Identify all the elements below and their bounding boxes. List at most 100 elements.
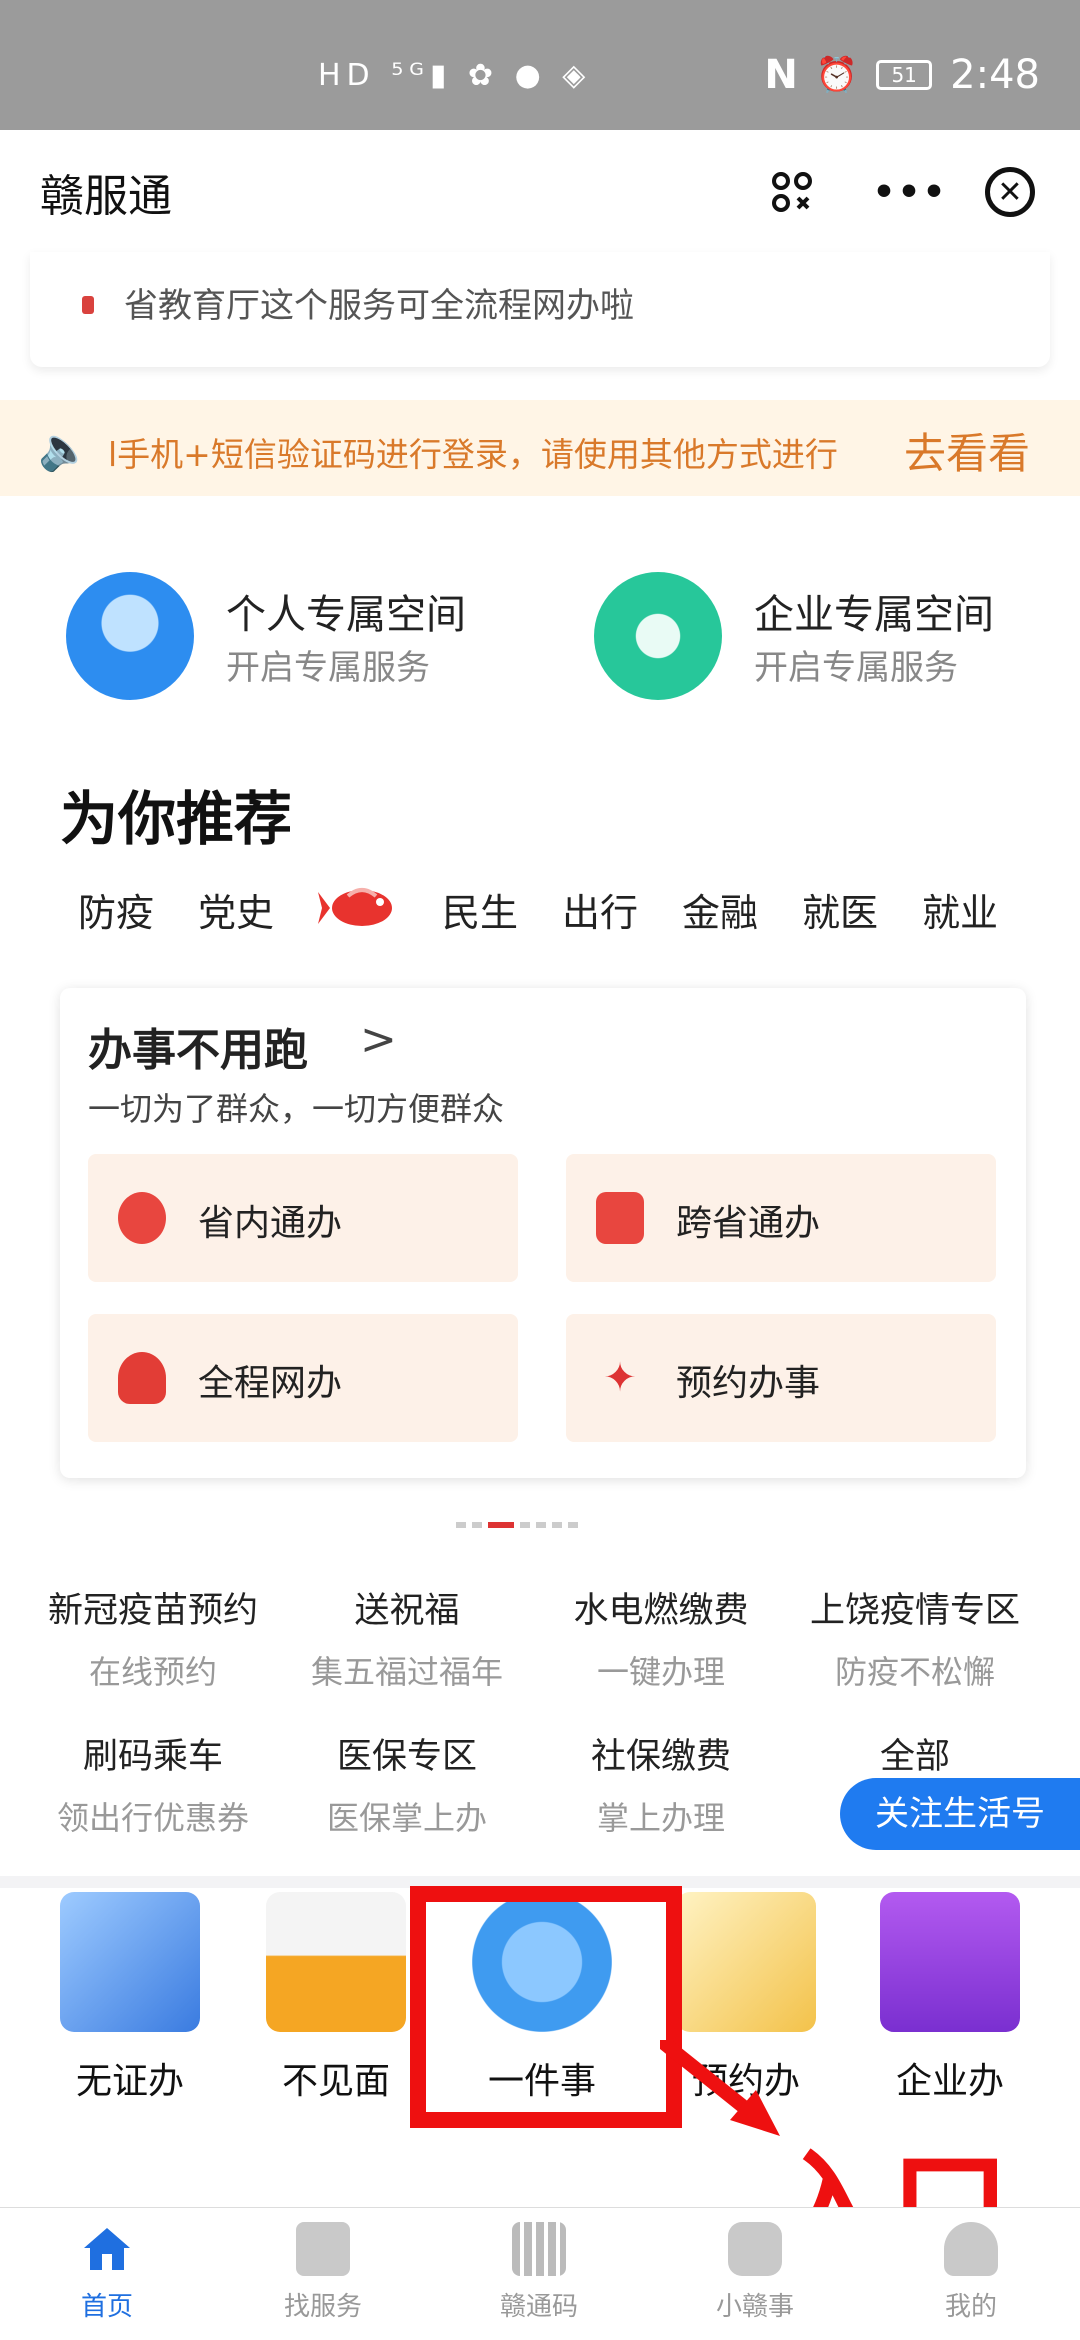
tile-label: 跨省通办 <box>676 1203 821 1244</box>
service-medical-insurance[interactable]: 医保专区 医保掌上办 <box>282 1728 532 1839</box>
alarm-icon: ⏰ <box>815 55 859 95</box>
book-pen-icon <box>676 1892 816 2032</box>
scan-icon[interactable] <box>760 160 824 224</box>
category-tab-finance[interactable]: 金融 <box>682 882 758 937</box>
service-name: 全部 <box>879 1737 950 1777</box>
service-epidemic-zone[interactable]: 上饶疫情专区 防疫不松懈 <box>790 1582 1040 1693</box>
tab-label: 小赣事 <box>715 2292 794 2322</box>
service-name: 医保专区 <box>336 1737 477 1777</box>
service-desc: 一键办理 <box>596 1653 725 1691</box>
tile-label: 预约办事 <box>676 1363 821 1404</box>
category-tab-party-history[interactable]: 党史 <box>198 882 274 937</box>
nfc-icon: N <box>764 52 798 98</box>
koi-fish-icon[interactable] <box>318 874 402 951</box>
news-notice[interactable]: 省教育厅这个服务可全流程网办啦 <box>30 252 1050 367</box>
chevron-right-icon[interactable]: > <box>360 1014 397 1065</box>
announcement-bar: 🔈 l手机+短信验证码进行登录，请使用其他方式进行 去看看 <box>0 400 1080 496</box>
category-tab-epidemic[interactable]: 防疫 <box>78 882 154 937</box>
lantern-icon <box>118 1192 166 1244</box>
robot-icon <box>728 2222 782 2276</box>
close-icon: ✕ <box>985 167 1035 217</box>
go-see-link[interactable]: 去看看 <box>904 420 1030 481</box>
battery-icon: 51 <box>876 60 933 90</box>
tab-gan-code[interactable]: 赣通码 <box>464 2222 614 2323</box>
tile-label: 全程网办 <box>198 1363 343 1404</box>
service-desc: 防疫不松懈 <box>834 1653 995 1691</box>
briefcase-icon <box>296 2222 350 2276</box>
category-tab-travel[interactable]: 出行 <box>562 882 638 937</box>
sofa-person-icon <box>266 1892 406 2032</box>
status-left-icons: HD ⁵ᴳ▮ ✿ ● ◈ <box>318 58 592 93</box>
carousel-dot <box>472 1521 482 1528</box>
home-icon <box>84 2228 130 2270</box>
entry-label: 无证办 <box>75 2061 184 2102</box>
status-time: 2:48 <box>950 52 1040 98</box>
highlight-box <box>410 1886 682 2128</box>
personal-space-card[interactable]: 个人专属空间 开启专属服务 <box>30 552 540 722</box>
notice-text: 省教育厅这个服务可全流程网办啦 <box>124 286 634 326</box>
service-transit[interactable]: 刷码乘车 领出行优惠券 <box>28 1728 278 1839</box>
drum-icon <box>596 1192 644 1244</box>
scan-icon-glyph <box>772 172 812 212</box>
close-button[interactable]: ✕ <box>978 160 1042 224</box>
tab-mine[interactable]: 我的 <box>896 2222 1046 2323</box>
building-icon <box>880 1892 1020 2032</box>
more-icon[interactable]: ••• <box>872 160 945 224</box>
service-desc: 掌上办理 <box>596 1799 725 1837</box>
tile-in-province[interactable]: 省内通办 <box>88 1154 518 1282</box>
service-desc: 在线预约 <box>88 1653 217 1691</box>
app-title: 赣服通 <box>40 171 172 222</box>
tile-cross-province[interactable]: 跨省通办 <box>566 1154 996 1282</box>
carousel-dot-active <box>488 1521 514 1528</box>
service-name: 刷码乘车 <box>82 1737 223 1777</box>
carousel-dot <box>568 1521 578 1528</box>
category-tab-livelihood[interactable]: 民生 <box>442 882 518 937</box>
category-tabs: 防疫 党史 民生 出行 金融 就医 就业 <box>0 882 1080 942</box>
personal-avatar-icon <box>66 572 194 700</box>
fortune-bag-icon <box>118 1352 166 1404</box>
tab-label: 首页 <box>80 2292 133 2322</box>
tab-home[interactable]: 首页 <box>32 2222 182 2323</box>
doc-hand-icon <box>60 1892 200 2032</box>
category-tab-employment[interactable]: 就业 <box>922 882 998 937</box>
service-name: 社保缴费 <box>590 1737 731 1777</box>
personal-space-title: 个人专属空间 <box>226 592 466 638</box>
enterprise-space-card[interactable]: 企业专属空间 开启专属服务 <box>558 552 1068 722</box>
carousel-dot <box>456 1521 466 1528</box>
enterprise-building-icon <box>594 572 722 700</box>
tile-full-online[interactable]: 全程网办 <box>88 1314 518 1442</box>
card-title[interactable]: 办事不用跑 <box>88 1014 308 1078</box>
tile-label: 省内通办 <box>198 1203 343 1244</box>
tab-label: 我的 <box>944 2292 997 2322</box>
status-right: N ⏰ 51 2:48 <box>764 52 1040 98</box>
bullet-dot <box>82 296 94 314</box>
qrcode-icon <box>512 2222 566 2276</box>
no-run-service-card: 办事不用跑 > 一切为了群众，一切方便群众 省内通办 跨省通办 全程网办 ✦ 预… <box>60 988 1026 1478</box>
service-social-security[interactable]: 社保缴费 掌上办理 <box>536 1728 786 1839</box>
card-subtitle: 一切为了群众，一切方便群众 <box>88 1090 505 1128</box>
service-blessing[interactable]: 送祝福 集五福过福年 <box>282 1582 532 1693</box>
category-tab-medical[interactable]: 就医 <box>802 882 878 937</box>
bottom-tab-bar: 首页 找服务 赣通码 小赣事 我的 <box>0 2207 1080 2340</box>
tab-find-service[interactable]: 找服务 <box>248 2222 398 2323</box>
carousel-dot <box>520 1521 530 1528</box>
tab-label: 找服务 <box>283 2292 362 2322</box>
tile-appointment[interactable]: ✦ 预约办事 <box>566 1314 996 1442</box>
entry-label: 不见面 <box>281 2061 390 2102</box>
service-utilities[interactable]: 水电燃缴费 一键办理 <box>536 1582 786 1693</box>
follow-button[interactable]: 关注生活号 <box>840 1778 1080 1850</box>
service-name: 新冠疫苗预约 <box>47 1591 258 1631</box>
entry-enterprise[interactable]: 企业办 <box>850 1892 1050 2104</box>
tab-assistant[interactable]: 小赣事 <box>680 2222 830 2323</box>
entry-label: 企业办 <box>895 2061 1004 2102</box>
entry-no-certificate[interactable]: 无证办 <box>30 1892 230 2104</box>
recommend-title: 为你推荐 <box>60 785 293 853</box>
enterprise-space-title: 企业专属空间 <box>754 592 994 638</box>
koi-fish-glyph <box>318 888 392 926</box>
status-bar: HD ⁵ᴳ▮ ✿ ● ◈ N ⏰ 51 2:48 <box>0 0 1080 130</box>
carousel-dots <box>456 1514 584 1528</box>
service-vaccine[interactable]: 新冠疫苗预约 在线预约 <box>28 1582 278 1693</box>
entry-no-meeting[interactable]: 不见面 <box>236 1892 436 2104</box>
carousel-dot <box>536 1521 546 1528</box>
mini-program-header: 赣服通 ••• ✕ <box>0 130 1080 252</box>
